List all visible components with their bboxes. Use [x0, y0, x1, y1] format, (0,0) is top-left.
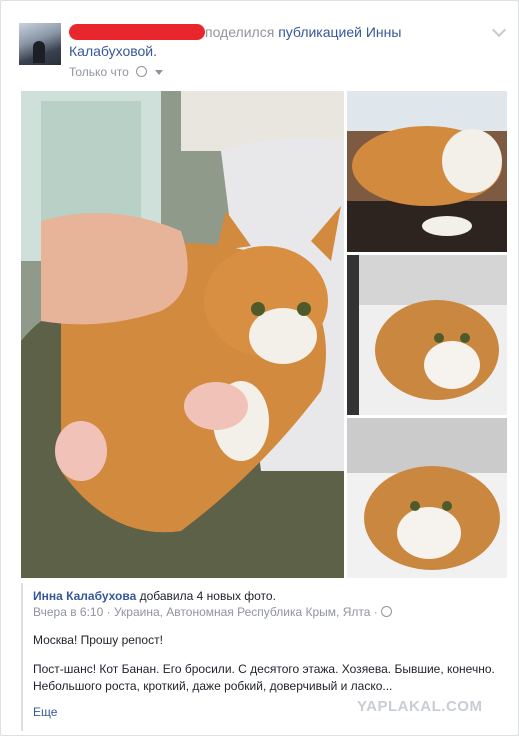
post-timestamp[interactable]: Только что — [69, 65, 129, 79]
shared-text: поделился — [205, 24, 275, 40]
post-card: поделился публикацией Инны Калабуховой. … — [0, 0, 519, 736]
see-more-link[interactable]: Еще — [33, 705, 57, 719]
quoted-time-link[interactable]: Вчера в 6:10 — [33, 605, 103, 619]
quoted-author-line: Инна Калабухова добавила 4 новых фото. — [33, 589, 276, 603]
chevron-down-icon[interactable] — [491, 22, 507, 38]
quoted-text-1: Москва! Прошу репост! — [33, 633, 163, 647]
quoted-location[interactable]: Украина, Автономная Республика Крым, Ялт… — [114, 605, 370, 619]
cat-photo-main — [21, 91, 344, 578]
quoted-author-link[interactable]: Инна Калабухова — [33, 589, 136, 603]
photo-3[interactable] — [347, 418, 507, 578]
photo-2[interactable] — [347, 255, 507, 415]
cat-photo-cage — [347, 255, 507, 415]
post-meta: Только что — [69, 65, 164, 79]
watermark: YAPLAKAL.COM — [357, 698, 483, 715]
quoted-action: добавила 4 новых фото. — [139, 589, 276, 603]
caret-down-icon[interactable] — [155, 70, 164, 75]
avatar[interactable] — [19, 23, 61, 65]
globe-icon[interactable] — [136, 66, 148, 77]
quoted-meta: Вчера в 6:10 · Украина, Автономная Респу… — [33, 605, 393, 619]
post-header: поделился публикацией Инны Калабуховой. — [69, 23, 489, 61]
cat-photo-close — [347, 418, 507, 578]
quoted-text-2: Пост-шанс! Кот Банан. Его бросили. С дес… — [33, 662, 495, 693]
globe-icon — [381, 606, 393, 617]
quote-divider — [21, 583, 23, 731]
photo-main[interactable] — [21, 91, 344, 578]
cat-photo-lying — [347, 91, 507, 252]
photo-1[interactable] — [347, 91, 507, 252]
